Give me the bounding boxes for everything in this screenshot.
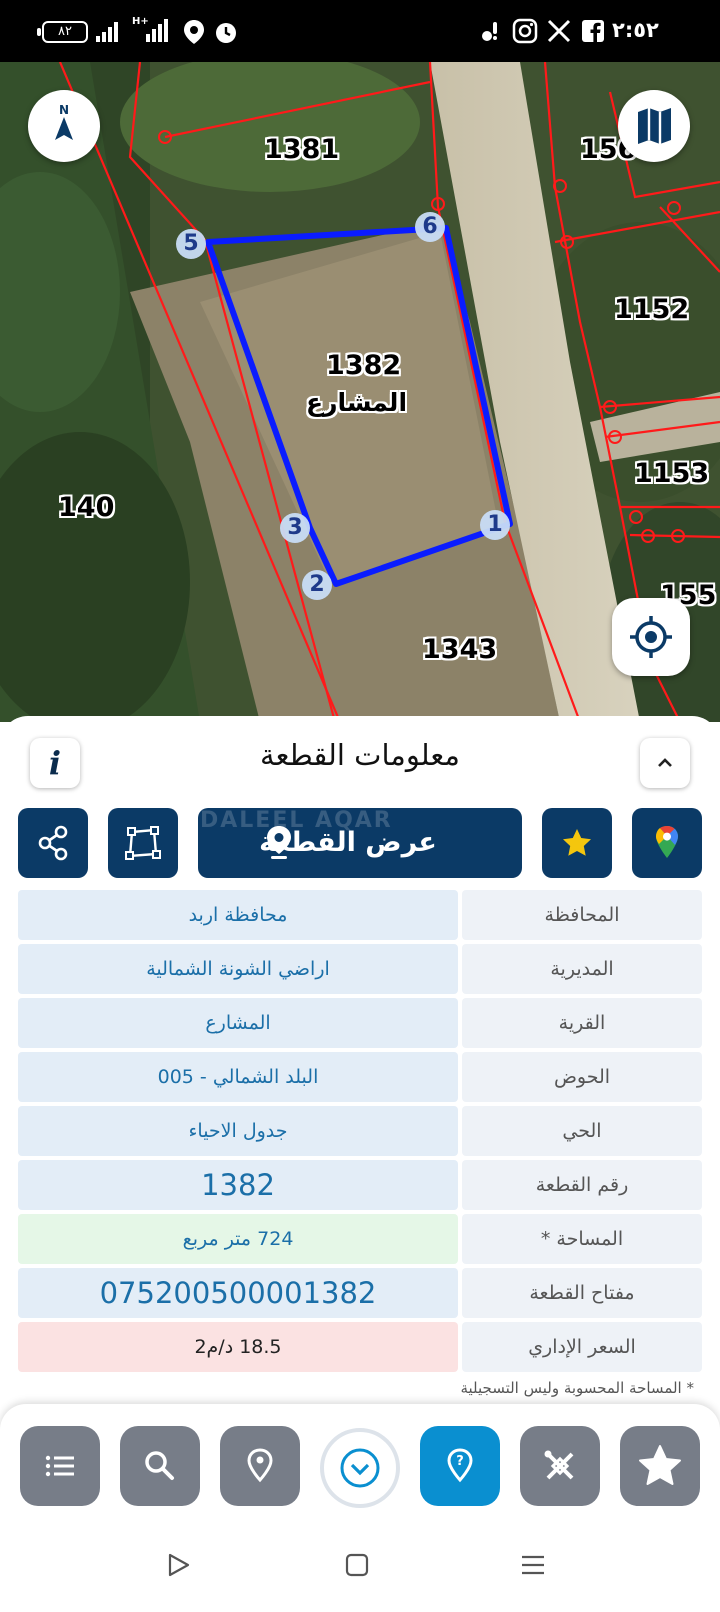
row-label: الحي xyxy=(462,1106,702,1156)
signal-icon-2 xyxy=(146,19,168,42)
svg-text:N: N xyxy=(59,103,69,117)
alarm-icon xyxy=(216,23,236,43)
chevron-up-icon xyxy=(658,758,672,767)
tools-icon xyxy=(544,1450,574,1480)
row-value: محافظة اربد xyxy=(18,890,458,940)
row-value: المشارع xyxy=(18,998,458,1048)
search-icon xyxy=(145,1451,174,1480)
vertex-marker[interactable]: 3 xyxy=(280,513,310,543)
notification-icon xyxy=(482,22,497,41)
table-row: مفتاح القطعة 075200500001382 xyxy=(18,1268,702,1318)
table-row: المحافظة محافظة اربد xyxy=(18,890,702,940)
row-label: الحوض xyxy=(462,1052,702,1102)
row-label: المديرية xyxy=(462,944,702,994)
expand-menu-button[interactable] xyxy=(320,1428,400,1508)
row-label: رقم القطعة xyxy=(462,1160,702,1210)
help-icon: ? xyxy=(447,1448,473,1483)
polygon-icon xyxy=(125,826,161,860)
search-button[interactable] xyxy=(120,1426,200,1506)
selected-parcel-number: 1382 xyxy=(326,350,402,381)
table-row: المديرية اراضي الشونة الشمالية xyxy=(18,944,702,994)
parcel-label-1153: 1153 xyxy=(634,458,710,489)
location-button[interactable] xyxy=(220,1426,300,1506)
home-icon[interactable] xyxy=(344,1552,370,1578)
table-row: المساحة * 724 متر مربع xyxy=(18,1214,702,1264)
polygon-button[interactable] xyxy=(108,808,178,878)
list-icon xyxy=(45,1455,74,1477)
area-note: * المساحة المحسوبة وليس التسجيلية xyxy=(460,1379,694,1397)
facebook-icon xyxy=(582,20,604,42)
system-navigation-bar xyxy=(0,1520,720,1612)
info-button[interactable]: i xyxy=(30,738,80,788)
battery-icon: ٨٢ xyxy=(37,21,88,43)
row-label: المحافظة xyxy=(462,890,702,940)
vertex-marker[interactable]: 5 xyxy=(176,229,206,259)
collapse-sheet-button[interactable] xyxy=(640,738,690,788)
star-icon xyxy=(563,829,591,856)
parcel-label-140: 140 xyxy=(58,492,115,523)
table-row: الحوض البلد الشمالي - 005 xyxy=(18,1052,702,1102)
chevron-down-icon xyxy=(340,1448,380,1488)
row-value: جدول الاحياء xyxy=(18,1106,458,1156)
favorite-button[interactable] xyxy=(542,808,612,878)
selected-parcel-name: المشارع xyxy=(306,388,408,417)
parcel-label-1381: 1381 xyxy=(264,134,340,165)
map-view[interactable]: 1381 156 1152 1153 140 155 1343 1382 الم… xyxy=(0,62,720,722)
google-maps-icon xyxy=(656,826,678,858)
compass-icon: N xyxy=(55,103,73,140)
share-icon xyxy=(38,825,68,861)
x-icon xyxy=(547,19,571,43)
instagram-icon xyxy=(512,18,538,44)
help-button[interactable]: ? xyxy=(420,1426,500,1506)
favorites-button[interactable] xyxy=(620,1426,700,1506)
row-value: 1382 xyxy=(18,1160,458,1210)
recents-icon[interactable] xyxy=(520,1552,546,1578)
compass-button[interactable]: N xyxy=(28,90,100,162)
bottom-navigation: ? xyxy=(0,1404,720,1520)
parcel-label-1343: 1343 xyxy=(422,634,498,665)
row-label: مفتاح القطعة xyxy=(462,1268,702,1318)
location-pin-icon xyxy=(247,1448,273,1483)
row-value[interactable]: 075200500001382 xyxy=(18,1268,458,1318)
star-icon xyxy=(639,1445,681,1485)
row-value: 18.5 د/م2 xyxy=(18,1322,458,1372)
share-button[interactable] xyxy=(18,808,88,878)
parcel-label-1152: 1152 xyxy=(614,294,690,325)
crosshair-icon xyxy=(630,616,672,658)
my-location-button[interactable] xyxy=(612,598,690,676)
status-bar: ٨٢ H+ ٢:٥٢ xyxy=(0,0,720,62)
svg-text:?: ? xyxy=(456,1454,464,1469)
row-label: السعر الإداري xyxy=(462,1322,702,1372)
map-icon xyxy=(638,108,671,144)
row-label: القرية xyxy=(462,998,702,1048)
vertex-marker[interactable]: 6 xyxy=(415,212,445,242)
row-value: اراضي الشونة الشمالية xyxy=(18,944,458,994)
table-row: رقم القطعة 1382 xyxy=(18,1160,702,1210)
list-button[interactable] xyxy=(20,1426,100,1506)
table-row: الحي جدول الاحياء xyxy=(18,1106,702,1156)
row-value: البلد الشمالي - 005 xyxy=(18,1052,458,1102)
table-row: القرية المشارع xyxy=(18,998,702,1048)
row-label: المساحة * xyxy=(462,1214,702,1264)
table-row: السعر الإداري 18.5 د/م2 xyxy=(18,1322,702,1372)
signal-icon xyxy=(96,22,118,42)
vertex-marker[interactable]: 2 xyxy=(302,570,332,600)
back-icon[interactable] xyxy=(166,1552,192,1578)
clock: ٢:٥٢ xyxy=(612,18,659,42)
watermark: DALEEL AQAR xyxy=(200,808,393,833)
google-maps-button[interactable] xyxy=(632,808,702,878)
tools-button[interactable] xyxy=(520,1426,600,1506)
map-layers-button[interactable] xyxy=(618,90,690,162)
row-value: 724 متر مربع xyxy=(18,1214,458,1264)
vertex-marker[interactable]: 1 xyxy=(480,510,510,540)
location-icon xyxy=(184,20,204,44)
sheet-title: معلومات القطعة xyxy=(260,738,460,772)
